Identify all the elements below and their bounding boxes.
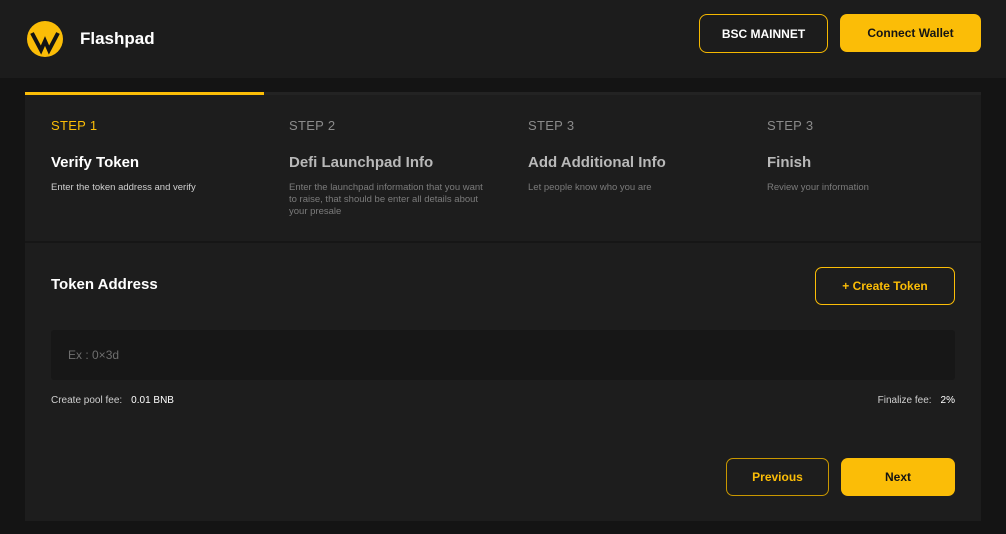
network-button[interactable]: BSC MAINNET	[699, 14, 828, 53]
step-title: Finish	[767, 154, 812, 171]
step-description: Enter the token address and verify	[51, 182, 196, 193]
steps-progress-fill	[25, 92, 264, 95]
step-description: Let people know who you are	[528, 182, 652, 193]
brand-name: Flashpad	[80, 29, 155, 48]
step-2[interactable]: STEP 2 Defi Launchpad Info Enter the lau…	[289, 118, 484, 218]
create-pool-fee-label: Create pool fee:	[51, 395, 123, 406]
step-number: STEP 1	[51, 118, 98, 133]
connect-wallet-button[interactable]: Connect Wallet	[840, 14, 981, 52]
step-number: STEP 3	[528, 118, 575, 133]
previous-button[interactable]: Previous	[726, 458, 829, 496]
next-button[interactable]: Next	[841, 458, 955, 496]
step-description: Review your information	[767, 182, 869, 193]
lightning-bolt-logo-icon[interactable]	[27, 21, 63, 57]
top-bar: Flashpad BSC MAINNET Connect Wallet	[0, 0, 1006, 78]
step-title: Verify Token	[51, 154, 140, 171]
step-number: STEP 2	[289, 118, 336, 133]
step-1[interactable]: STEP 1 Verify Token Enter the token addr…	[51, 118, 251, 194]
step-3[interactable]: STEP 3 Add Additional Info Let people kn…	[528, 118, 728, 194]
create-pool-fee-value: 0.01 BNB	[131, 395, 174, 406]
step-4[interactable]: STEP 3 Finish Review your information	[767, 118, 967, 194]
step-number: STEP 3	[767, 118, 814, 133]
section-divider	[25, 241, 981, 243]
step-title: Defi Launchpad Info	[289, 154, 434, 171]
token-address-input[interactable]	[51, 330, 955, 380]
create-token-button[interactable]: + Create Token	[815, 267, 955, 305]
finalize-fee-value: 2%	[940, 395, 955, 406]
token-address-heading: Token Address	[51, 276, 158, 293]
create-pool-fee: Create pool fee: 0.01 BNB	[51, 395, 174, 406]
steps-progress-bar	[25, 92, 981, 95]
step-title: Add Additional Info	[528, 154, 666, 171]
create-launchpad-card: STEP 1 Verify Token Enter the token addr…	[25, 92, 981, 521]
step-description: Enter the launchpad information that you…	[289, 182, 483, 217]
finalize-fee: Finalize fee: 2%	[878, 395, 955, 406]
finalize-fee-label: Finalize fee:	[877, 395, 932, 406]
